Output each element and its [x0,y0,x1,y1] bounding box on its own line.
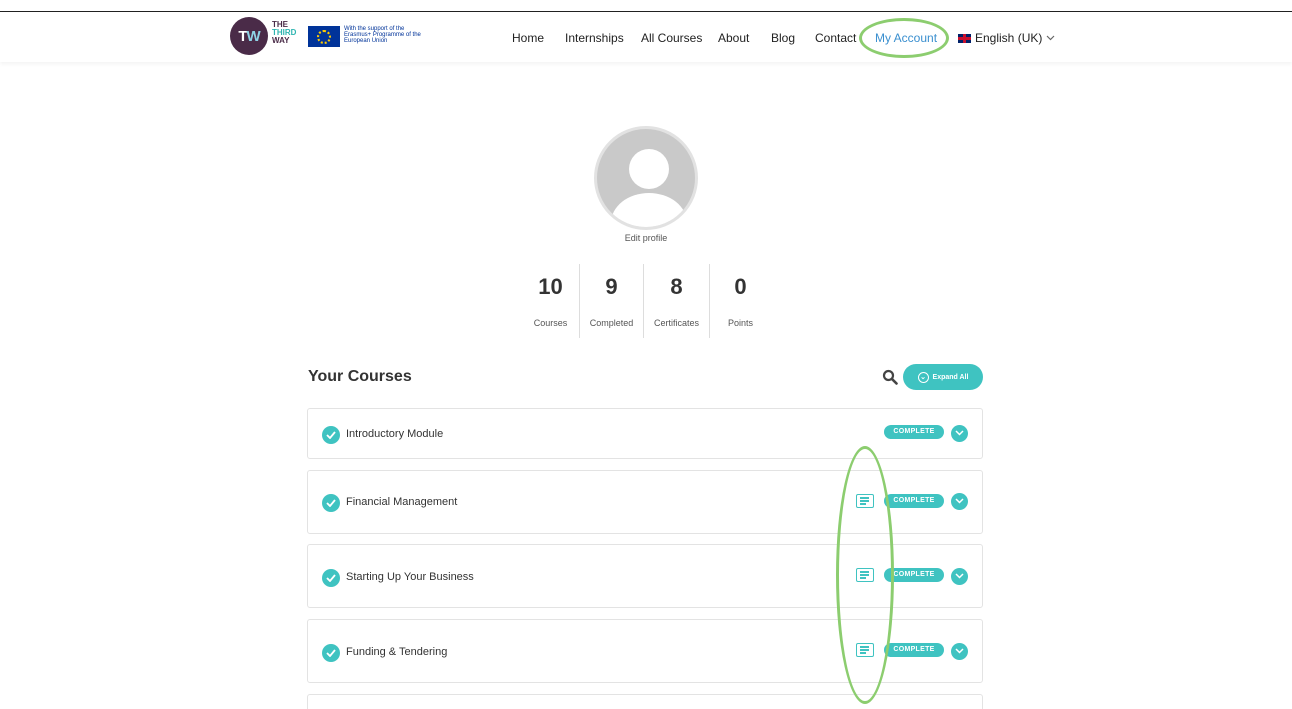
check-icon [322,569,340,587]
stat-completed: 9 Completed [579,264,643,338]
check-icon [322,426,340,444]
check-icon [322,494,340,512]
nav-internships[interactable]: Internships [565,31,624,45]
nav-all-courses[interactable]: All Courses [641,31,702,45]
course-name[interactable]: Funding & Tendering [346,646,447,658]
course-row[interactable] [307,694,983,709]
course-name[interactable]: Financial Management [346,496,457,508]
eu-support-notice: With the support of the Erasmus+ Program… [344,26,421,44]
search-icon[interactable] [882,369,898,385]
nav-about[interactable]: About [718,31,749,45]
nav-contact[interactable]: Contact [815,31,856,45]
stat-value: 10 [538,274,563,299]
stat-label: Certificates [653,318,699,328]
avatar[interactable] [594,126,698,230]
your-courses-heading: Your Courses [308,368,412,385]
highlight-ellipse-account [859,18,949,58]
expand-all-button[interactable]: ⌄ Expand All [903,364,983,390]
chevron-down-icon [1046,35,1055,41]
stat-label: Points [727,318,753,328]
expand-all-label: Expand All [932,373,969,381]
status-badge: COMPLETE [884,494,944,508]
course-name[interactable]: Introductory Module [346,428,443,440]
stat-points: 0 Points [709,264,771,338]
profile-stats: 10 Courses 9 Completed 8 Certificates 0 … [522,264,771,338]
course-name[interactable]: Starting Up Your Business [346,571,474,583]
logo-line-3: WAY [272,36,290,45]
nav-blog[interactable]: Blog [771,31,795,45]
nav-home[interactable]: Home [512,31,544,45]
logo-wordmark: THE THIRD WAY [272,21,296,45]
check-icon [322,644,340,662]
chevron-down-icon[interactable] [951,568,968,585]
stat-value: 9 [605,274,618,299]
highlight-ellipse-certificates [836,446,894,704]
stat-label: Courses [533,318,568,328]
language-label: English (UK) [975,31,1043,45]
site-header: TW THE THIRD WAY With the support of the… [0,12,1292,62]
site-logo[interactable]: TW [230,17,268,55]
stat-value: 0 [734,274,747,299]
stat-courses: 10 Courses [522,264,579,338]
edit-profile-link[interactable]: Edit profile [594,233,698,243]
course-row[interactable]: Introductory Module COMPLETE [307,408,983,459]
stat-certificates: 8 Certificates [643,264,709,338]
stat-value: 8 [670,274,683,299]
eu-flag-icon [308,26,340,47]
language-selector[interactable]: English (UK) [958,31,1055,45]
logo-letter-w: W [246,27,261,45]
status-badge: COMPLETE [884,643,944,657]
chevron-down-icon[interactable] [951,493,968,510]
chevron-down-icon[interactable] [951,643,968,660]
chevron-down-icon: ⌄ [917,371,929,383]
chevron-down-icon[interactable] [951,425,968,442]
status-badge: COMPLETE [884,425,944,439]
logo-letter-t: T [238,27,247,45]
uk-flag-icon [958,33,971,43]
stat-label: Completed [589,318,634,328]
